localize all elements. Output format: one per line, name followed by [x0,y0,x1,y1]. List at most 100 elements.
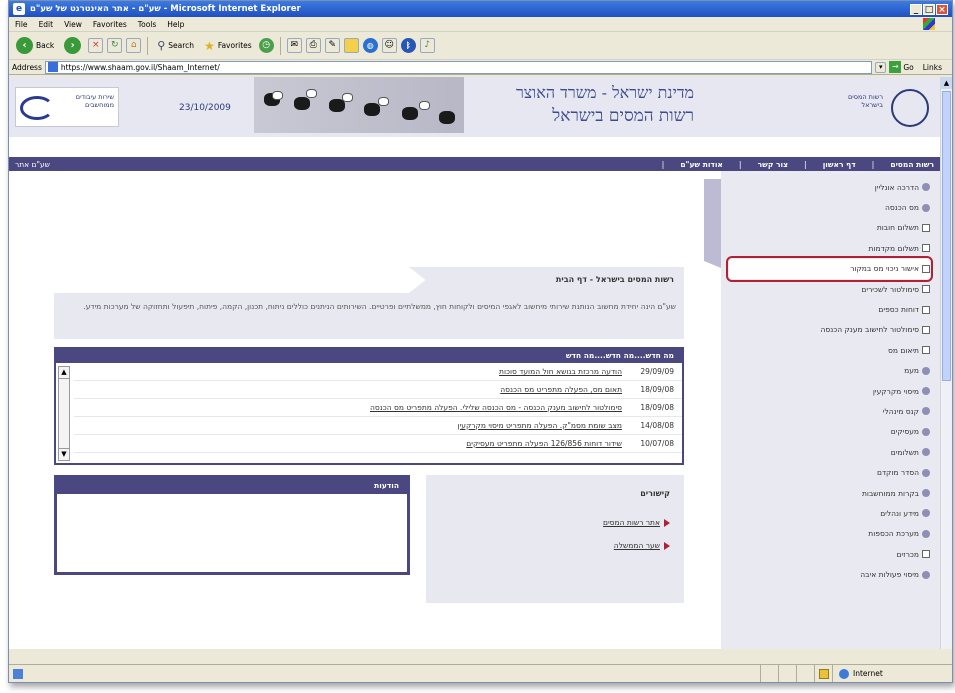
sidebar-item[interactable]: סימולטור לשכירים [721,279,930,299]
home-icon[interactable]: ⌂ [126,38,142,53]
scroll-up-icon[interactable]: ▲ [59,367,69,379]
favorites-button[interactable]: ★ Favorites [201,37,255,55]
sidebar-item-label: מידע ונהלים [880,508,919,518]
close-button[interactable]: × [936,3,948,15]
sidebar-item-label: קנס מינהלי [882,406,919,416]
tax-authority-title: רשות המסים בישראל [552,106,694,126]
window-title: שע"ם - אתר האינטרנט של שע"ם - Microsoft … [30,4,301,14]
page-icon [13,668,23,679]
menu-help[interactable]: Help [167,20,184,29]
sidebar-item[interactable]: מכרזים [721,544,930,564]
bluetooth-icon[interactable]: ᛒ [400,38,416,53]
address-dropdown-icon[interactable]: ▾ [875,61,887,73]
sidebar-item[interactable]: מס הכנסה [721,197,930,217]
news-link[interactable]: סימולטור לחישוב מענק הכנסה - מס הכנסה של… [370,403,622,412]
edit-icon[interactable]: ✎ [324,38,340,53]
refresh-icon[interactable]: ↻ [107,38,123,53]
sidebar-item[interactable]: תשלום מקדמות [721,238,930,258]
back-button[interactable]: ‹ Back [13,35,57,56]
sidebar-item[interactable]: בקרות ממוחשבות [721,483,930,503]
sidebar-item-label: תשלום חובות [876,223,919,233]
sidebar-item[interactable]: מעסיקים [721,422,930,442]
sidebar-item-label: מס הכנסה [885,203,919,213]
toolbar: ‹ Back › × ↻ ⌂ ⚲ Search ★ Favorites ◷ ✉ … [9,32,952,60]
expand-icon [922,203,930,212]
go-arrow-icon: → [889,61,902,73]
status-cell [760,665,778,682]
document-icon [922,244,930,253]
nav-home[interactable]: דף ראשון [815,160,864,169]
menu-view[interactable]: View [64,20,82,29]
links-button[interactable]: Links [923,63,942,72]
page-scrollbar[interactable]: ▲ [940,77,952,649]
sidebar-item[interactable]: מיסוי מקרקעין [721,381,930,401]
scroll-up-icon[interactable]: ▲ [941,77,952,89]
sidebar-item-label: תשלומים [890,447,919,457]
menu-edit[interactable]: Edit [39,20,54,29]
nav-about[interactable]: אודות שע"ם [672,160,731,169]
sidebar-item[interactable]: תשלומים [721,442,930,462]
sidebar-item[interactable]: קנס מינהלי [721,401,930,421]
expand-icon [922,407,930,416]
media-icon[interactable]: ♪ [419,38,435,53]
messenger-icon[interactable]: ☺ [381,38,397,53]
news-scrollbar[interactable]: ▲ ▼ [58,366,70,461]
document-icon [922,346,930,355]
news-link[interactable]: תאום מס, הפעלה מתפריט מס הכנסה [500,385,622,394]
nav-shaam-site[interactable]: שע"ם אתר [9,160,56,169]
nav-tax-authority[interactable]: רשות המסים [882,160,940,169]
news-link[interactable]: הודעה מרכזת בנושא חול המועד סוכות [499,367,622,376]
sidebar-item-label: מעסיקים [890,427,919,437]
sidebar-item[interactable]: מעמ [721,361,930,381]
document-icon [922,550,930,559]
news-link[interactable]: מצב שומת מסמ"ק. הפעלה מתפריט מיסוי מקרקע… [458,421,622,430]
sidebar-item[interactable]: מערכת הכספות [721,524,930,544]
go-button[interactable]: → Go [889,61,914,73]
menu-tools[interactable]: Tools [138,20,156,29]
address-input[interactable]: https://www.shaam.gov.il/Shaam_Internet/ [44,60,873,74]
sidebar-item[interactable]: הדרכה אונליין [721,177,930,197]
sidebar-item[interactable]: תשלום חובות [721,218,930,238]
forward-button[interactable]: › [61,35,84,56]
expand-icon [922,366,930,375]
sidebar-item[interactable]: מידע ונהלים [721,503,930,523]
folder-icon[interactable] [343,38,359,53]
page-icon [47,62,58,72]
sidebar-item[interactable]: אישור ניכוי מס במקור [726,255,933,283]
stop-icon[interactable]: × [88,38,104,53]
page-content: שירות עיבודים ממוחשבים 23/10/2009 מדינת … [9,77,940,649]
sidebar-item[interactable]: הסדר מוקדם [721,462,930,482]
menu-favorites[interactable]: Favorites [93,20,127,29]
toolbar-separator [147,36,149,55]
nav-separator: | [738,159,742,169]
history-icon[interactable]: ◷ [258,38,274,53]
maximize-button[interactable]: □ [923,3,935,15]
search-button[interactable]: ⚲ Search [154,37,197,54]
print-icon[interactable]: ⎙ [305,38,321,53]
expand-icon [922,509,930,518]
banner-stones-image [254,77,464,133]
sidebar-item[interactable]: סימולטור לחישוב מענק הכנסה [721,320,930,340]
scroll-thumb[interactable] [942,91,951,381]
nav-separator: | [871,159,875,169]
sidebar-item-label: תיאום מס [888,345,919,355]
link-tax-authority[interactable]: אתר רשות המסים [440,518,670,527]
globe-icon[interactable]: ◍ [362,38,378,53]
nav-contact[interactable]: צור קשר [750,160,796,169]
menu-file[interactable]: File [15,20,28,29]
minimize-button[interactable]: _ [910,3,922,15]
status-cell [778,665,796,682]
sidebar-item[interactable]: תיאום מס [721,340,930,360]
link-government-gateway[interactable]: שער הממשלה [440,541,670,550]
sidebar-item[interactable]: מיסוי פעולות איבה [721,564,930,584]
mail-icon[interactable]: ✉ [286,38,302,53]
search-label: Search [168,41,195,50]
news-link[interactable]: שידור דוחות 126/856 הפעלה מתפריט מעסיקים [466,439,622,448]
link-label: אתר רשות המסים [603,518,660,527]
sidebar-item[interactable]: דוחות כספים [721,299,930,319]
sidebar-item-label: הסדר מוקדם [876,468,919,478]
back-arrow-icon: ‹ [16,37,33,54]
toolbar-separator [279,36,281,55]
scroll-down-icon[interactable]: ▼ [59,448,69,460]
shaam-logo: שירות עיבודים ממוחשבים [15,87,119,127]
